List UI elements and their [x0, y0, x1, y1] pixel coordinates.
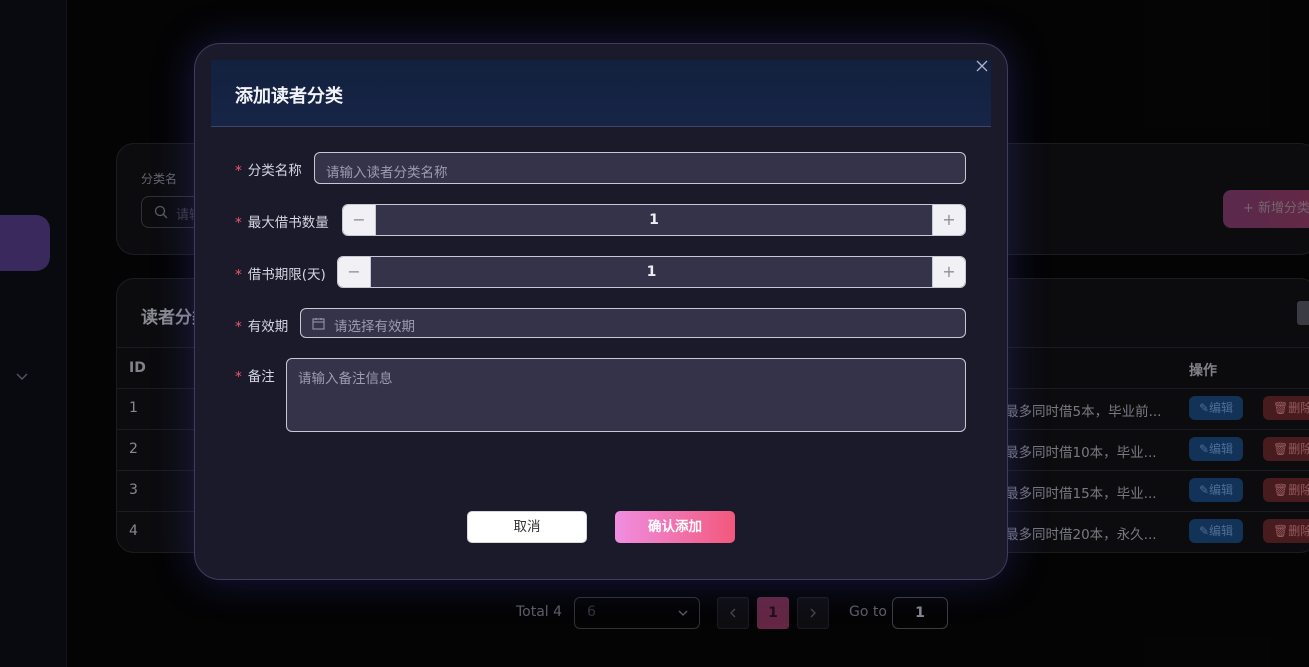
- validity-label: * 有效期: [235, 319, 289, 335]
- close-icon[interactable]: [975, 58, 989, 72]
- decrement-button[interactable]: −: [343, 205, 376, 235]
- borrow-days-stepper[interactable]: − 1 +: [337, 256, 966, 288]
- increment-button[interactable]: +: [932, 257, 965, 287]
- cancel-button[interactable]: 取消: [467, 511, 587, 543]
- dialog-title: 添加读者分类: [235, 86, 343, 107]
- add-reader-category-dialog: 添加读者分类 * 分类名称 请输入读者分类名称 * 最大借书数量 − 1 + * 借书…: [194, 43, 1008, 580]
- confirm-add-button[interactable]: 确认添加: [615, 511, 735, 543]
- calendar-icon: [312, 318, 325, 330]
- max-borrow-value[interactable]: 1: [375, 212, 933, 228]
- remark-label: * 备注: [235, 369, 275, 385]
- increment-button[interactable]: +: [932, 205, 965, 235]
- decrement-button[interactable]: −: [338, 257, 371, 287]
- borrow-days-label: * 借书期限(天): [235, 267, 326, 283]
- category-name-label: * 分类名称: [235, 163, 302, 179]
- validity-date-picker[interactable]: 请选择有效期: [300, 308, 966, 338]
- category-name-input[interactable]: 请输入读者分类名称: [314, 152, 966, 184]
- dialog-header: 添加读者分类: [211, 60, 991, 127]
- remark-textarea[interactable]: 请输入备注信息: [286, 358, 966, 432]
- max-borrow-stepper[interactable]: − 1 +: [342, 204, 966, 236]
- max-borrow-label: * 最大借书数量: [235, 215, 329, 231]
- borrow-days-value[interactable]: 1: [370, 264, 933, 280]
